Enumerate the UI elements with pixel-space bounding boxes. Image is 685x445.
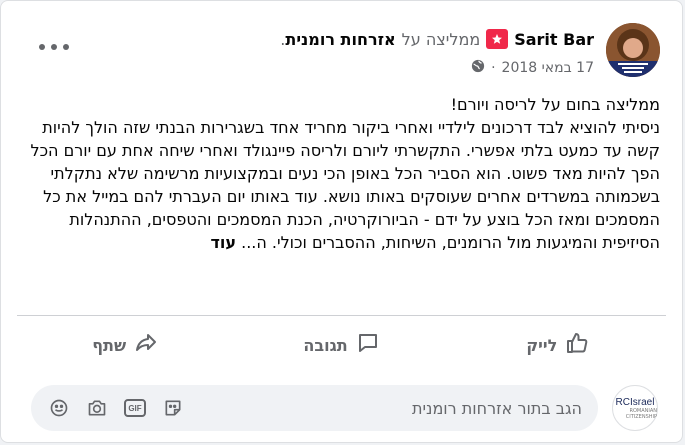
rc-logo-subtext: ROMANIAN CITIZENSHIP (625, 407, 657, 420)
comment-bubble-icon (356, 331, 380, 359)
actions-divider (17, 315, 666, 316)
post-body: ממליצה בחום על לריסה ויורם! ניסיתי להוצי… (17, 93, 661, 254)
gif-icon[interactable]: GIF (123, 396, 147, 420)
like-label: לייק (526, 335, 558, 355)
camera-icon[interactable] (85, 396, 109, 420)
recommend-star-icon (486, 29, 509, 49)
share-button[interactable]: שתף (17, 321, 233, 369)
gif-label: GIF (128, 403, 142, 413)
recommended-page-link[interactable]: אזרחות רומנית (285, 30, 395, 49)
rc-logo-text: RCIsrael (615, 396, 655, 408)
post-paragraph-2-text: ניסיתי להוציא לבד דרכונים לילדיי ואחרי ב… (30, 118, 661, 252)
share-label: שתף (92, 335, 127, 355)
thumbs-up-icon (565, 331, 589, 359)
author-avatar-image (606, 23, 660, 77)
sticker-icon[interactable] (161, 396, 185, 420)
author-avatar[interactable] (606, 23, 660, 77)
more-horizontal-icon[interactable] (39, 37, 69, 57)
comment-tools: GIF (47, 396, 185, 420)
comment-placeholder: הגב בתור אזרחות רומנית (411, 398, 582, 418)
like-button[interactable]: לייק (450, 321, 666, 369)
see-more-link[interactable]: עוד (210, 233, 236, 252)
share-arrow-icon (134, 331, 158, 359)
post-paragraph-2: ניסיתי להוציא לבד דרכונים לילדיי ואחרי ב… (17, 116, 661, 254)
comment-input[interactable]: הגב בתור אזרחות רומנית GIF (31, 385, 598, 431)
comment-label: תגובה (303, 335, 348, 355)
post-paragraph-1: ממליצה בחום על לריסה ויורם! (450, 95, 660, 114)
post-header: Sarit Bar ממליצה על אזרחות רומנית. (280, 29, 594, 49)
post-meta: 17 במאי 2018 · (471, 59, 594, 77)
comment-button[interactable]: תגובה (233, 321, 449, 369)
post-card: Sarit Bar ממליצה על אזרחות רומנית. 17 במ… (0, 0, 683, 443)
commenter-avatar[interactable]: RCIsrael ROMANIAN CITIZENSHIP (612, 385, 658, 431)
emoji-icon[interactable] (47, 396, 71, 420)
post-date[interactable]: 17 במאי 2018 (502, 60, 594, 76)
author-name[interactable]: Sarit Bar (514, 30, 594, 49)
meta-separator: · (491, 60, 496, 76)
post-actions-bar: לייק תגובה שתף (17, 321, 666, 369)
recommend-action-text: ממליצה על (401, 29, 481, 49)
comment-composer: RCIsrael ROMANIAN CITIZENSHIP הגב בתור א… (17, 383, 666, 433)
globe-icon[interactable] (471, 59, 485, 77)
